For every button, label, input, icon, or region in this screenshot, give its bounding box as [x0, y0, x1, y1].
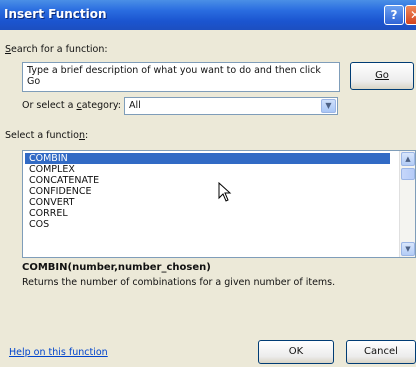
category-dropdown[interactable]: All ▼: [124, 97, 338, 115]
scroll-down-icon[interactable]: ▼: [401, 242, 415, 256]
list-item[interactable]: CORREL: [25, 208, 390, 219]
function-list[interactable]: COMBIN COMPLEX CONCATENATE CONFIDENCE CO…: [22, 150, 416, 258]
list-scrollbar[interactable]: ▲ ▼: [399, 151, 415, 257]
list-item-selected[interactable]: COMBIN: [25, 153, 390, 164]
search-input[interactable]: Type a brief description of what you wan…: [22, 62, 340, 92]
cancel-button[interactable]: Cancel: [346, 340, 416, 364]
help-icon[interactable]: ?: [384, 5, 404, 25]
list-item[interactable]: COS: [25, 219, 390, 230]
chevron-down-icon[interactable]: ▼: [321, 99, 336, 113]
function-list-label: Select a function:: [5, 130, 89, 141]
mouse-cursor-icon: [218, 182, 232, 202]
search-label: Search for a function:: [5, 44, 108, 55]
category-value: All: [129, 100, 141, 111]
list-item[interactable]: CONCATENATE: [25, 175, 390, 186]
help-link[interactable]: Help on this function: [9, 347, 108, 358]
dialog-title: Insert Function: [4, 7, 107, 21]
go-button[interactable]: Go: [350, 62, 414, 90]
list-item[interactable]: COMPLEX: [25, 164, 390, 175]
scroll-up-icon[interactable]: ▲: [401, 152, 415, 166]
title-bar: Insert Function ? ✕: [0, 0, 416, 30]
scroll-thumb[interactable]: [401, 168, 415, 180]
function-description: Returns the number of combinations for a…: [22, 277, 336, 288]
category-label: Or select a category:: [22, 100, 122, 111]
ok-button[interactable]: OK: [258, 340, 334, 364]
list-item[interactable]: CONVERT: [25, 197, 390, 208]
close-icon[interactable]: ✕: [405, 5, 416, 25]
list-item[interactable]: CONFIDENCE: [25, 186, 390, 197]
function-signature: COMBIN(number,number_chosen): [22, 262, 211, 273]
